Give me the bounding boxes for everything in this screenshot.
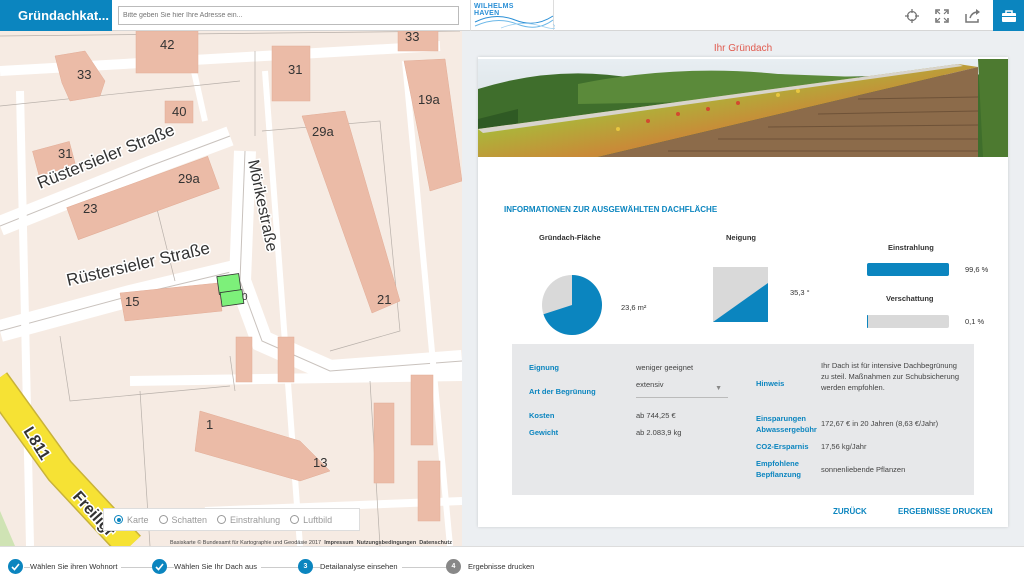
savings-value: 172,67 € in 20 Jahren (8,63 €/Jahr) <box>821 419 939 428</box>
progress-stepper: Wählen Sie ihren Wohnort Wählen Sie Ihr … <box>0 546 1024 585</box>
app-title[interactable]: Gründachkat... <box>0 0 112 31</box>
house-number: 29a <box>178 171 200 186</box>
house-number: 31 <box>288 62 302 77</box>
top-bar: Gründachkat... WILHELMS HAVEN <box>0 0 1024 31</box>
layer-label: Karte <box>127 514 149 525</box>
hint-value: Ihr Dach ist für intensive Dachbegrünung… <box>821 361 959 392</box>
section-title: INFORMATIONEN ZUR AUSGEWÄHLTEN DACHFLÄCH… <box>504 205 718 214</box>
suitability-label: Eignung <box>529 363 559 372</box>
type-select[interactable]: extensiv ▼ <box>636 376 728 398</box>
house-number: 1 <box>206 417 213 432</box>
fullscreen-button[interactable] <box>926 0 957 31</box>
check-icon <box>152 559 167 574</box>
layer-option-schatten[interactable]: Schatten <box>158 514 208 525</box>
radio-icon[interactable] <box>217 515 227 524</box>
slope-graphic <box>713 267 768 322</box>
radio-icon[interactable] <box>290 515 300 524</box>
shading-bar-track <box>867 315 949 328</box>
green-roof-image <box>478 59 1008 157</box>
step-label: Wählen Sie ihren Wohnort <box>30 562 122 571</box>
map-canvas: Rüstersieler Straße Rüstersieler Straße … <box>0 31 462 546</box>
type-select-value: extensiv <box>636 380 664 389</box>
house-number: 33 <box>77 67 91 82</box>
step-2[interactable]: Wählen Sie Ihr Dach aus <box>152 559 261 574</box>
step-3[interactable]: 3 Detailanalyse einsehen <box>298 559 402 574</box>
locate-button[interactable] <box>896 0 927 31</box>
plants-value: sonnenliebende Pflanzen <box>821 465 906 474</box>
house-number: 40 <box>172 104 186 119</box>
irradiation-bar-fill <box>867 263 949 276</box>
savings-label: Einsparungen Abwassergebühr <box>756 414 817 434</box>
house-number: 21 <box>377 292 391 307</box>
hint-label: Hinweis <box>756 379 785 388</box>
weight-value: ab 2.083,9 kg <box>636 428 682 437</box>
layer-label: Einstrahlung <box>230 514 281 525</box>
step-number: 3 <box>298 559 313 574</box>
house-number: 33 <box>405 31 419 44</box>
step-label: Wählen Sie Ihr Dach aus <box>174 562 261 571</box>
area-value: 23,6 m² <box>621 303 647 312</box>
address-search-input[interactable] <box>118 6 459 25</box>
fullscreen-icon <box>934 8 949 23</box>
co2-value: 17,56 kg/Jahr <box>821 442 867 451</box>
chevron-down-icon: ▼ <box>715 385 722 392</box>
step-1[interactable]: Wählen Sie ihren Wohnort <box>8 559 122 574</box>
share-button[interactable] <box>957 0 988 31</box>
step-4[interactable]: 4 Ergebnisse drucken <box>446 559 539 574</box>
cost-value: ab 744,25 € <box>636 411 676 420</box>
logo-text-line-2: HAVEN <box>474 10 500 17</box>
radio-icon[interactable] <box>158 515 168 524</box>
irradiation-bar-track <box>867 263 949 276</box>
shading-label: Verschattung <box>886 294 934 303</box>
area-pie-chart <box>542 275 602 335</box>
shading-value: 0,1 % <box>965 317 985 326</box>
layer-option-luftbild[interactable]: Luftbild <box>290 515 332 525</box>
slope-label: Neigung <box>726 233 756 242</box>
house-number: 42 <box>160 37 174 52</box>
toolbox-icon <box>1001 9 1016 22</box>
plants-label: Empfohlene Bepflanzung <box>756 459 801 479</box>
panel-title: Ihr Gründach <box>713 43 773 54</box>
type-label: Art der Begrünung <box>529 387 596 396</box>
house-number: 0 <box>242 292 248 303</box>
house-number: 19a <box>418 92 440 107</box>
wilhelmshaven-logo: WILHELMS HAVEN <box>470 0 555 31</box>
house-number: 13 <box>313 455 327 470</box>
layer-option-einstrahlung[interactable]: Einstrahlung <box>217 515 280 525</box>
crosshair-icon <box>904 8 919 23</box>
toolbox-button[interactable] <box>993 0 1024 31</box>
step-label: Detailanalyse einsehen <box>320 562 402 571</box>
radio-icon[interactable] <box>114 515 123 524</box>
map-layer-selector: Karte Schatten Einstrahlung Luftbild <box>103 508 360 531</box>
house-number: 15 <box>125 294 139 309</box>
slope-value: 35,3 ° <box>790 288 810 297</box>
layer-label: Luftbild <box>303 514 333 525</box>
map-view[interactable]: Rüstersieler Straße Rüstersieler Straße … <box>0 31 462 546</box>
co2-label: CO2-Ersparnis <box>756 442 809 451</box>
share-icon <box>964 8 980 23</box>
step-number: 4 <box>446 559 461 574</box>
layer-option-karte[interactable]: Karte <box>114 515 149 525</box>
result-card: INFORMATIONEN ZUR AUSGEWÄHLTEN DACHFLÄCH… <box>478 57 1008 527</box>
house-number: 29a <box>312 124 334 139</box>
cost-label: Kosten <box>529 411 555 420</box>
house-number: 31 <box>58 146 72 161</box>
irradiation-value: 99,6 % <box>965 265 989 274</box>
irradiation-label: Einstrahlung <box>888 243 934 252</box>
house-number: 23 <box>83 201 97 216</box>
weight-label: Gewicht <box>529 428 559 437</box>
step-label: Ergebnisse drucken <box>468 562 539 571</box>
result-panel: Ihr Gründach INFORMATIONEN ZUR AUSGEWÄHL… <box>462 31 1024 546</box>
check-icon <box>8 559 23 574</box>
back-button[interactable]: ZURÜCK <box>833 507 867 516</box>
area-label: Gründach-Fläche <box>539 233 601 242</box>
print-results-button[interactable]: ERGEBNISSE DRUCKEN <box>898 507 993 516</box>
green-roof-photo <box>478 59 1008 157</box>
suitability-value: weniger geeignet <box>636 363 694 372</box>
logo-text-line-1: WILHELMS <box>474 3 514 10</box>
details-box: Eignung weniger geeignet Art der Begrünu… <box>512 344 974 495</box>
layer-label: Schatten <box>171 514 208 525</box>
logo-text: WILHELMS HAVEN <box>474 3 514 17</box>
